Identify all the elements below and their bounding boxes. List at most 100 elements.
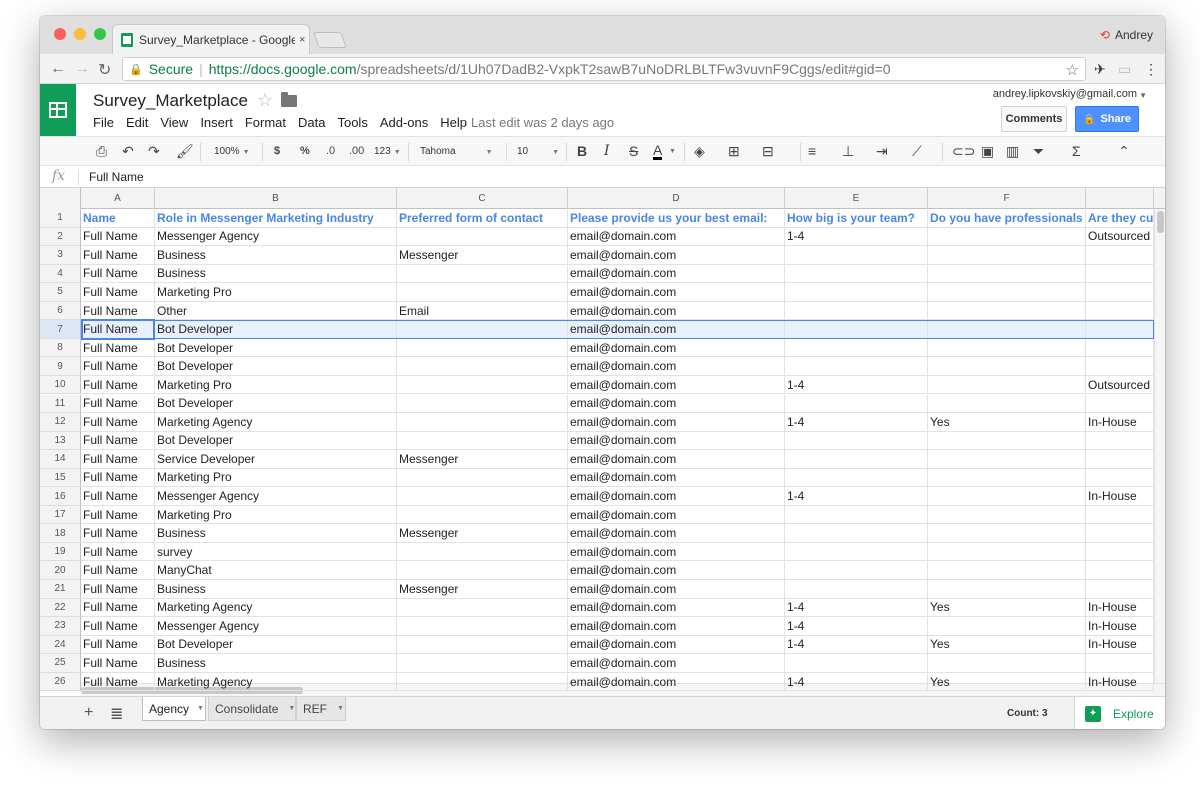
header-cell[interactable]: Preferred form of contact [397, 209, 568, 228]
table-cell[interactable] [397, 598, 568, 618]
menu-help[interactable]: Help [440, 115, 467, 130]
table-cell[interactable]: Full Name [81, 635, 155, 655]
table-cell[interactable] [928, 617, 1086, 636]
table-cell[interactable]: email@domain.com [568, 617, 785, 636]
table-cell[interactable]: email@domain.com [568, 431, 785, 451]
table-cell[interactable] [928, 580, 1086, 599]
row-number[interactable]: 11 [40, 394, 81, 414]
row-number[interactable]: 4 [40, 264, 81, 284]
row-number[interactable]: 21 [40, 580, 81, 599]
table-cell[interactable]: Yes [928, 598, 1086, 618]
font-family-select[interactable]: Tahoma ▼ [420, 146, 494, 157]
table-cell[interactable] [1086, 468, 1154, 488]
table-cell[interactable]: In-House [1086, 413, 1154, 432]
table-cell[interactable]: 1-4 [785, 672, 928, 692]
table-cell[interactable] [785, 580, 928, 599]
decrease-decimals-button[interactable]: .0 [326, 145, 335, 157]
row-number[interactable]: 8 [40, 338, 81, 358]
table-cell[interactable] [1086, 301, 1154, 321]
row-number[interactable]: 12 [40, 413, 81, 432]
table-cell[interactable] [1086, 561, 1154, 580]
menu-edit[interactable]: Edit [126, 115, 148, 130]
table-cell[interactable]: Messenger [397, 580, 568, 599]
column-header-e[interactable]: E [785, 188, 928, 209]
table-cell[interactable] [928, 301, 1086, 321]
table-cell[interactable]: Bot Developer [155, 431, 397, 451]
table-cell[interactable]: Marketing Agency [155, 598, 397, 618]
table-cell[interactable] [928, 561, 1086, 580]
table-cell[interactable] [397, 431, 568, 451]
table-cell[interactable]: Messenger [397, 524, 568, 543]
table-cell[interactable]: email@domain.com [568, 264, 785, 284]
table-cell[interactable]: email@domain.com [568, 283, 785, 302]
menu-format[interactable]: Format [245, 115, 286, 130]
insert-link-icon[interactable]: ⊂⊃ [952, 143, 975, 160]
table-cell[interactable]: email@domain.com [568, 468, 785, 488]
row-number[interactable]: 26 [40, 672, 81, 692]
table-cell[interactable]: Messenger [397, 246, 568, 265]
table-cell[interactable]: Marketing Agency [155, 672, 397, 692]
table-cell[interactable]: Full Name [81, 394, 155, 414]
table-cell[interactable]: email@domain.com [568, 524, 785, 543]
table-cell[interactable]: Marketing Agency [155, 413, 397, 432]
table-cell[interactable]: 1-4 [785, 375, 928, 395]
table-cell[interactable]: 1-4 [785, 413, 928, 432]
table-cell[interactable] [397, 357, 568, 376]
table-cell[interactable] [397, 505, 568, 525]
row-number[interactable]: 23 [40, 617, 81, 636]
table-cell[interactable]: 1-4 [785, 635, 928, 655]
table-cell[interactable] [397, 617, 568, 636]
comments-button[interactable]: Comments [1001, 106, 1067, 132]
table-cell[interactable] [1086, 654, 1154, 673]
table-cell[interactable] [928, 264, 1086, 284]
table-cell[interactable]: Service Developer [155, 450, 397, 469]
menu-insert[interactable]: Insert [200, 115, 233, 130]
table-cell[interactable] [785, 357, 928, 376]
account-email[interactable]: andrey.lipkovskiy@gmail.com [993, 88, 1137, 100]
menu-data[interactable]: Data [298, 115, 325, 130]
table-cell[interactable] [1086, 450, 1154, 469]
table-cell[interactable]: Marketing Pro [155, 468, 397, 488]
sheet-tab-agency[interactable]: Agency ▼ [142, 697, 206, 721]
table-cell[interactable] [785, 505, 928, 525]
row-number[interactable]: 20 [40, 561, 81, 580]
table-cell[interactable]: In-House [1086, 635, 1154, 655]
formula-input[interactable]: Full Name [89, 170, 144, 184]
table-cell[interactable]: Other [155, 301, 397, 321]
vertical-align-icon[interactable]: ⊥ [842, 143, 854, 160]
column-header-d[interactable]: D [568, 188, 785, 209]
table-cell[interactable]: 1-4 [785, 487, 928, 506]
row-number[interactable]: 9 [40, 357, 81, 376]
account-caret-icon[interactable]: ▼ [1139, 91, 1147, 100]
table-cell[interactable]: Bot Developer [155, 357, 397, 376]
new-tab-button[interactable] [313, 32, 347, 48]
table-cell[interactable]: email@domain.com [568, 598, 785, 618]
share-button[interactable]: 🔒 Share [1075, 106, 1139, 132]
table-cell[interactable]: email@domain.com [568, 246, 785, 265]
forward-arrow-icon[interactable]: → [74, 60, 90, 78]
table-cell[interactable] [785, 264, 928, 284]
table-cell[interactable]: Full Name [81, 431, 155, 451]
table-cell[interactable]: Full Name [81, 301, 155, 321]
row-number[interactable]: 16 [40, 487, 81, 506]
table-cell[interactable] [1086, 320, 1154, 339]
table-cell[interactable]: email@domain.com [568, 227, 785, 247]
header-cell[interactable]: Are they cu [1086, 209, 1154, 228]
all-sheets-icon[interactable]: ≣ [110, 704, 123, 724]
table-cell[interactable] [928, 338, 1086, 358]
table-cell[interactable]: Full Name [81, 450, 155, 469]
table-cell[interactable]: Bot Developer [155, 338, 397, 358]
table-cell[interactable]: Full Name [81, 524, 155, 543]
table-cell[interactable] [397, 468, 568, 488]
table-cell[interactable] [1086, 283, 1154, 302]
row-number[interactable]: 2 [40, 227, 81, 247]
text-color-caret-icon[interactable]: ▼ [669, 148, 676, 155]
table-cell[interactable]: Full Name [81, 468, 155, 488]
bookmark-star-icon[interactable]: ☆ [1066, 61, 1079, 79]
table-cell[interactable]: Full Name [81, 580, 155, 599]
table-cell[interactable]: Full Name [81, 542, 155, 562]
table-cell[interactable]: ManyChat [155, 561, 397, 580]
url-omnibox[interactable]: 🔒 Secure | https://docs.google.com /spre… [122, 57, 1086, 81]
table-cell[interactable] [1086, 357, 1154, 376]
header-cell[interactable]: Please provide us your best email: [568, 209, 785, 228]
